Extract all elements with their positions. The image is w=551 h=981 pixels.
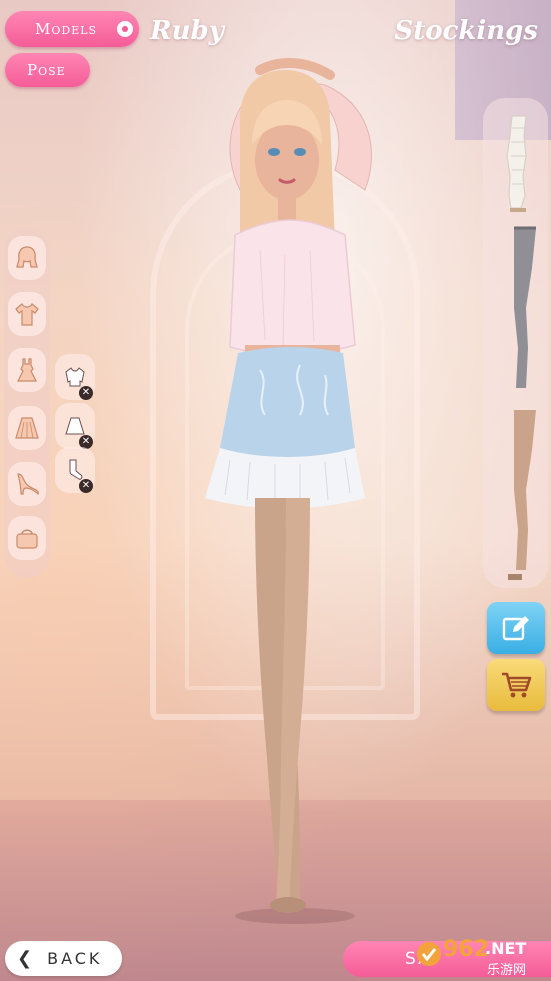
watermark-number: 962 xyxy=(443,937,489,962)
worn-skirt-item[interactable]: ✕ xyxy=(55,403,95,449)
watermark-logo: 962 .NET 乐游网 xyxy=(417,937,526,978)
category-shoes-button[interactable] xyxy=(8,462,46,506)
category-title: Stockings xyxy=(394,16,538,46)
cart-icon xyxy=(502,672,532,698)
grey-tights-image xyxy=(514,226,536,388)
category-tops-button[interactable] xyxy=(8,292,46,336)
category-dresses-button[interactable] xyxy=(8,348,46,392)
hair-icon xyxy=(16,246,38,268)
category-hair-button[interactable] xyxy=(8,236,46,280)
user-icon xyxy=(117,21,133,37)
models-button-label: Models xyxy=(35,20,98,38)
stocking-item-grey-tights[interactable] xyxy=(492,224,544,400)
shirt-icon xyxy=(15,303,39,326)
back-button[interactable]: ❮ BACK xyxy=(5,941,122,976)
edit-button[interactable] xyxy=(487,602,545,654)
remove-top-button[interactable]: ✕ xyxy=(79,386,93,400)
worn-top-item[interactable]: ✕ xyxy=(55,354,95,400)
watermark-chinese: 乐游网 xyxy=(487,963,526,978)
dress-icon xyxy=(17,358,37,382)
category-bags-button[interactable] xyxy=(8,516,46,560)
leg-warmer-image xyxy=(506,115,527,212)
heel-shoe-icon xyxy=(17,473,39,496)
category-skirts-button[interactable] xyxy=(8,406,46,450)
remove-stockings-button[interactable]: ✕ xyxy=(79,479,93,493)
watermark-net: .NET xyxy=(485,939,526,958)
stocking-item-nude-tights[interactable] xyxy=(492,406,544,582)
pose-button[interactable]: Pose xyxy=(5,53,90,87)
model-figure xyxy=(205,58,372,924)
skirt-icon xyxy=(15,417,39,439)
bag-icon xyxy=(16,529,38,549)
cart-button[interactable] xyxy=(487,659,545,711)
back-button-label: BACK xyxy=(47,949,103,968)
edit-icon xyxy=(502,616,529,641)
model-name: Ruby xyxy=(150,16,224,46)
chevron-left-icon: ❮ xyxy=(17,948,36,969)
stocking-item-white-leg-warmers[interactable] xyxy=(492,108,544,216)
worn-stockings-item[interactable]: ✕ xyxy=(55,447,95,493)
models-button[interactable]: Models xyxy=(5,11,139,47)
pose-button-label: Pose xyxy=(27,61,66,79)
nude-tights-image xyxy=(508,410,536,580)
